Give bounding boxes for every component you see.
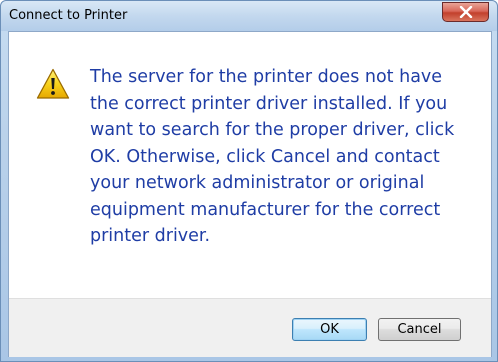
title-bar[interactable]: Connect to Printer [1,1,497,31]
ok-button[interactable]: OK [292,318,367,341]
cancel-button[interactable]: Cancel [378,318,461,341]
warning-icon [36,68,70,100]
dialog-client-area: The server for the printer does not have… [8,31,492,357]
message-text: The server for the printer does not have… [90,67,455,246]
close-icon [459,6,473,18]
button-bar: OK Cancel [9,298,491,357]
window-title: Connect to Printer [9,8,128,23]
message-area: The server for the printer does not have… [9,32,491,297]
dialog-window: Connect to Printer The server for the pr… [0,0,498,362]
close-button[interactable] [442,2,489,22]
